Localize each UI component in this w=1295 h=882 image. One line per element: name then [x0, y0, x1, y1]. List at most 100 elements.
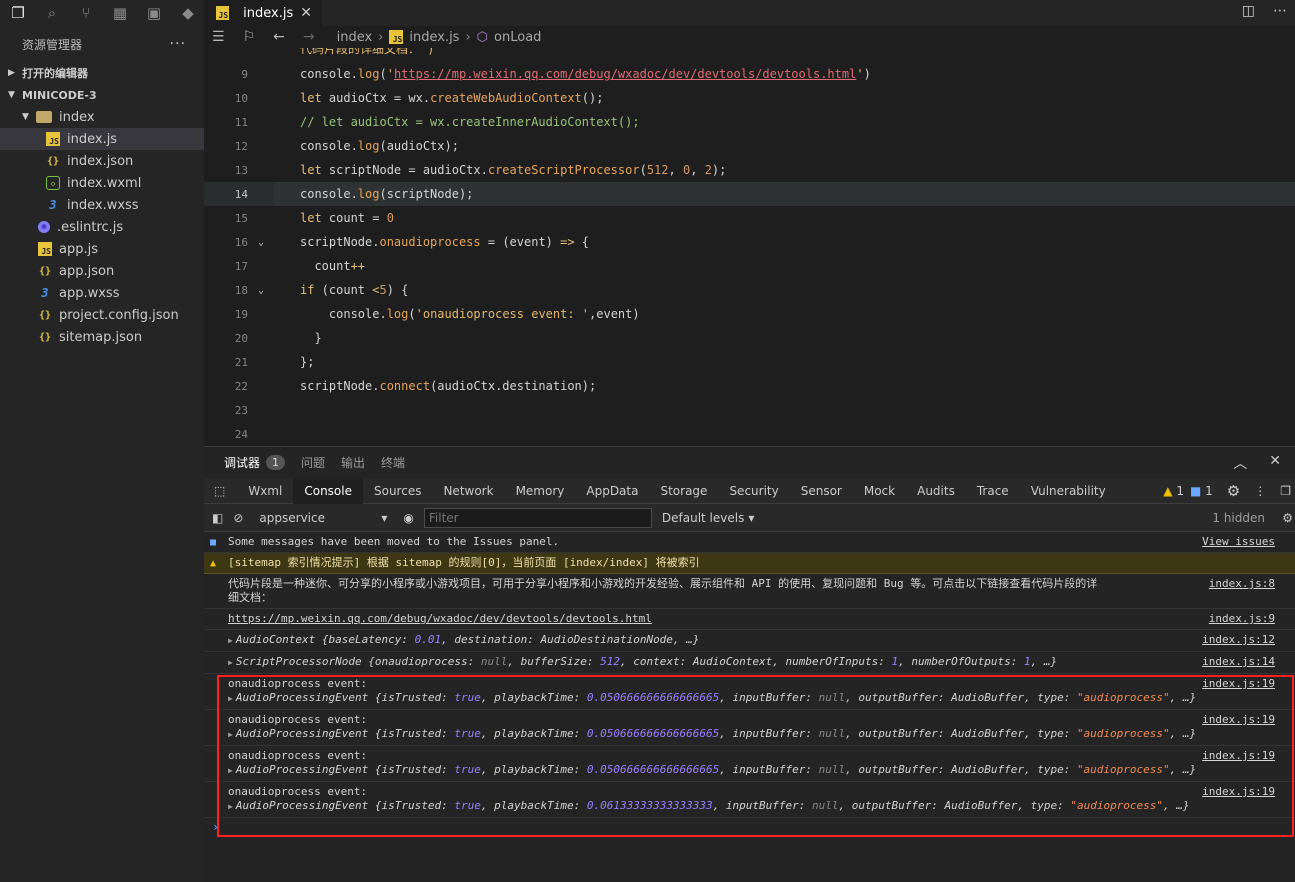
tab-audits[interactable]: Audits	[906, 478, 966, 504]
file-item[interactable]: ◇ index.wxml	[0, 172, 204, 194]
more-icon[interactable]: ⋯	[1273, 3, 1287, 19]
log-script-node[interactable]: ▶ ScriptProcessorNode {onaudioprocess: nu…	[204, 652, 1295, 674]
code-line[interactable]: 16 ⌄ scriptNode. onaudioprocess = (event) =…	[204, 230, 1295, 254]
extensions-icon[interactable]: ▦	[110, 3, 130, 23]
gear-icon[interactable]: ⚙	[1227, 482, 1240, 500]
breadcrumb-symbol[interactable]: onLoad	[494, 30, 541, 45]
inspect-icon[interactable]: ⬚	[214, 478, 237, 504]
source-link[interactable]: index.js:19	[1202, 749, 1275, 763]
tab-wxml[interactable]: Wxml	[237, 478, 293, 504]
view-issues-link[interactable]: View issues	[1202, 535, 1275, 549]
source-link[interactable]: index.js:19	[1202, 785, 1275, 799]
code-line[interactable]: 21};	[204, 350, 1295, 374]
expand-triangle-icon[interactable]: ▶	[228, 730, 233, 739]
remote-icon[interactable]: ▣	[144, 3, 164, 23]
code-line[interactable]: 20 }	[204, 326, 1295, 350]
info-count[interactable]: ■ 1	[1190, 484, 1213, 498]
close-icon[interactable]: ✕	[1269, 453, 1281, 473]
fold-chevron-icon[interactable]: ⌄	[248, 237, 274, 248]
warning-count[interactable]: ▲ 1	[1163, 484, 1184, 498]
code-editor[interactable]: 代码片段的详细文档：') 9 console. log(' https://mp.we…	[204, 48, 1295, 446]
tab-storage[interactable]: Storage	[649, 478, 718, 504]
eye-icon[interactable]: ◉	[403, 511, 413, 525]
file-item[interactable]: {} app.json	[0, 260, 204, 282]
code-line[interactable]: 14 console. log (scriptNode);	[204, 182, 1295, 206]
docker-icon[interactable]: ◆	[178, 3, 198, 23]
tab-console[interactable]: Console	[293, 477, 363, 504]
explorer-icon[interactable]: ❐	[8, 3, 28, 23]
file-item[interactable]: ◉ .eslintrc.js	[0, 216, 204, 238]
console-prompt[interactable]: ›	[204, 818, 1295, 834]
breadcrumb-file[interactable]: index.js	[409, 30, 459, 45]
log-audio-event[interactable]: onaudioprocess event: ▶ AudioProcessingEve…	[204, 782, 1295, 818]
search-icon[interactable]: ⌕	[42, 3, 62, 23]
tab-security[interactable]: Security	[718, 478, 789, 504]
expand-triangle-icon[interactable]: ▶	[228, 766, 233, 775]
code-line[interactable]: 17 count ++	[204, 254, 1295, 278]
file-item[interactable]: {} index.json	[0, 150, 204, 172]
chevron-up-icon[interactable]: ︿	[1233, 453, 1247, 473]
tab-memory[interactable]: Memory	[505, 478, 576, 504]
code-line[interactable]: 19 console. log('onaudioprocess event: ',…	[204, 302, 1295, 326]
dock-icon[interactable]: ❐	[1280, 484, 1291, 498]
source-link[interactable]: index.js:19	[1202, 713, 1275, 727]
tab-mock[interactable]: Mock	[853, 478, 906, 504]
code-line[interactable]: 13 let scriptNode = audioCtx. createScript…	[204, 158, 1295, 182]
file-item[interactable]: 3 index.wxss	[0, 194, 204, 216]
gear-icon[interactable]: ⚙	[1282, 511, 1293, 525]
file-item[interactable]: JS app.js	[0, 238, 204, 260]
kebab-menu-icon[interactable]: ⋮	[1254, 484, 1266, 498]
tab-output[interactable]: 输出	[341, 454, 365, 471]
log-audio-context[interactable]: ▶ AudioContext {baseLatency: 0.01, destin…	[204, 630, 1295, 652]
log-audio-event[interactable]: onaudioprocess event: ▶ AudioProcessingEve…	[204, 746, 1295, 782]
tab-terminal[interactable]: 终端	[381, 454, 405, 471]
tab-appdata[interactable]: AppData	[575, 478, 649, 504]
code-line[interactable]: 9 console. log(' https://mp.weixin.qq.com/d…	[204, 62, 1295, 86]
file-item[interactable]: 3 app.wxss	[0, 282, 204, 304]
close-icon[interactable]: ✕	[300, 5, 312, 21]
code-line[interactable]: 23	[204, 398, 1295, 422]
back-arrow-icon[interactable]: ←	[273, 29, 285, 45]
context-select[interactable]: appservice ▾	[253, 511, 393, 525]
log-audio-event[interactable]: onaudioprocess event: ▶ AudioProcessingEve…	[204, 674, 1295, 710]
expand-triangle-icon[interactable]: ▶	[228, 636, 233, 645]
open-editors-section[interactable]: ▶ 打开的编辑器	[0, 62, 204, 84]
tab-debugger[interactable]: 调试器	[224, 454, 260, 471]
tab-index-js[interactable]: JS index.js ✕	[204, 0, 322, 26]
code-line[interactable]: 11 // let audioCtx = wx.createInnerAudioC…	[204, 110, 1295, 134]
filter-input[interactable]	[423, 507, 652, 528]
file-item[interactable]: {} sitemap.json	[0, 326, 204, 348]
folder-index[interactable]: ▼ index	[0, 106, 204, 128]
code-line[interactable]: 12 console. log (audioCtx);	[204, 134, 1295, 158]
fold-chevron-icon[interactable]: ⌄	[248, 285, 274, 296]
tab-network[interactable]: Network	[432, 478, 504, 504]
source-link[interactable]: index.js:8	[1209, 577, 1275, 591]
breadcrumb-folder[interactable]: index	[337, 30, 373, 45]
source-link[interactable]: index.js:14	[1202, 655, 1275, 669]
tab-vulnerability[interactable]: Vulnerability	[1020, 478, 1117, 504]
expand-triangle-icon[interactable]: ▶	[228, 694, 233, 703]
project-section[interactable]: ▼ MINICODE-3	[0, 84, 204, 106]
file-item[interactable]: {} project.config.json	[0, 304, 204, 326]
outline-icon[interactable]: ☰	[212, 29, 225, 45]
url-link[interactable]: https://mp.weixin.qq.com/debug/wxadoc/de…	[228, 612, 652, 625]
log-audio-event[interactable]: onaudioprocess event: ▶ AudioProcessingEve…	[204, 710, 1295, 746]
code-line[interactable]: 15 let count = 0	[204, 206, 1295, 230]
code-line[interactable]: 18 ⌄ if (count < 5) {	[204, 278, 1295, 302]
source-control-icon[interactable]: ⑂	[76, 3, 96, 23]
tab-problems[interactable]: 问题	[301, 454, 325, 471]
source-link[interactable]: index.js:19	[1202, 677, 1275, 691]
code-line[interactable]: 24	[204, 422, 1295, 446]
tab-sensor[interactable]: Sensor	[790, 478, 853, 504]
expand-triangle-icon[interactable]: ▶	[228, 658, 233, 667]
split-editor-icon[interactable]: ◫	[1242, 3, 1255, 19]
code-line[interactable]: 22 scriptNode. connect (audioCtx.destinatio…	[204, 374, 1295, 398]
tab-trace[interactable]: Trace	[966, 478, 1020, 504]
file-item[interactable]: JS index.js	[0, 128, 204, 150]
sidebar-toggle-icon[interactable]: ◧	[212, 511, 223, 525]
clear-console-icon[interactable]: ⊘	[233, 511, 243, 525]
forward-arrow-icon[interactable]: →	[303, 29, 315, 45]
log-levels-select[interactable]: Default levels ▾	[662, 511, 754, 525]
tab-sources[interactable]: Sources	[363, 478, 432, 504]
source-link[interactable]: index.js:9	[1209, 612, 1275, 626]
